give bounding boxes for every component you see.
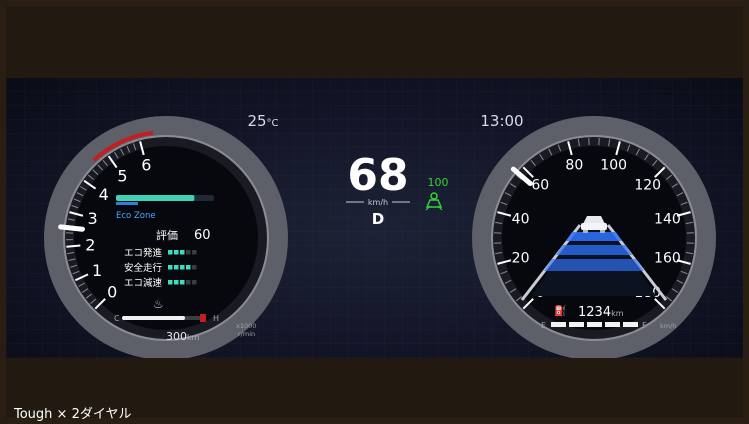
score-value: 60 [194,228,211,243]
tach-unit: r/min [238,330,255,338]
eco-item-dot [174,250,179,255]
gauge-label: 4 [99,185,109,204]
eco-item-dot [186,280,191,285]
lane-band [556,245,632,255]
gauge-label: 60 [531,177,549,193]
svg-text:25°C: 25°C [247,112,278,130]
fuel-segment [587,322,602,327]
range-unit: km [187,333,200,342]
gauge-label: 40 [512,211,530,227]
eco-item-dot [174,280,179,285]
eco-bar-sub [116,202,138,205]
fuel-full-label: F [642,321,647,330]
score-label: 評価 [156,228,178,242]
fuel-pump-icon: ⛽ [554,304,566,317]
eco-item-dot [180,280,185,285]
eco-item-dot [168,280,173,285]
tachometer: 0123456 Eco Zone 評価 60 エコ発進安全走行エコ減速 ♨ C … [44,116,288,358]
gauge-major-tick [66,244,81,248]
eco-item-dot [168,250,173,255]
temp-bar-hot [200,314,206,322]
gauge-label: 140 [654,211,681,227]
center-display: 68 km/h D 100 [346,150,449,228]
temperature-value: 25 [247,112,266,130]
eco-item-dot [168,265,173,270]
temp-high-label: H [213,314,219,323]
eco-item-dot [192,280,197,285]
gauge-label: 5 [117,167,127,186]
eco-item-label: エコ発進 [124,247,163,259]
eco-item-dot [180,265,185,270]
speedo-unit: km/h [660,322,676,330]
clock: 13:00 [480,112,523,130]
lane-assist-icon [425,192,443,211]
fuel-empty-label: E [541,321,546,330]
cluster-svg: 25°C 13:00 0123456 Eco Zone 評価 60 エコ発進安全… [44,112,716,358]
temperature-unit: °C [267,118,279,129]
gauge-label: 20 [512,251,530,267]
tach-needle [58,224,85,232]
eco-item-label: エコ減速 [124,277,163,289]
eco-item-dot [186,265,191,270]
tach-multiplier: x1000 [236,322,256,330]
range-value: 300 [166,330,187,343]
odometer-value: 1234 [578,305,611,320]
temp-bar-fill [122,316,185,320]
instrument-cluster: 25°C 13:00 0123456 Eco Zone 評価 60 エコ発進 安全… [6,78,743,358]
fuel-segment [569,322,584,327]
eco-item-dot [192,265,197,270]
eco-zone-label: Eco Zone [116,211,156,221]
eco-item-dot [192,250,197,255]
eco-item-label: 安全走行 [124,262,163,274]
fuel-segment [623,322,638,327]
fuel-segment [605,322,620,327]
gauge-label: 80 [565,158,583,174]
speed-unit: km/h [368,198,388,207]
coolant-icon: ♨ [153,297,164,311]
gauge-label: 6 [141,155,151,174]
gauge-label: 0 [107,283,117,302]
gauge-label: 1 [92,261,102,280]
gauge-label: 2 [85,235,95,254]
lane-band [544,259,644,271]
temp-low-label: C [114,314,120,323]
gear-indicator: D [372,210,384,228]
fuel-segment [551,322,566,327]
lane-band [566,232,622,241]
speedometer: 020406080100120140160180 ⛽ [472,116,716,358]
caption: Tough × 2ダイヤル [14,407,132,422]
fuel-gauge [551,322,638,327]
eco-item-dot [186,250,191,255]
gauge-label: 160 [654,251,681,267]
gauge-label: 120 [634,177,661,193]
eco-item-dot [180,250,185,255]
eco-item-dot [174,265,179,270]
odometer-unit: km [611,309,624,318]
gauge-label: 3 [87,209,97,228]
speed-limit-value: 100 [428,176,449,189]
eco-bar-fill [116,195,195,201]
gauge-label: 100 [600,158,627,174]
speed-value: 68 [347,150,408,201]
